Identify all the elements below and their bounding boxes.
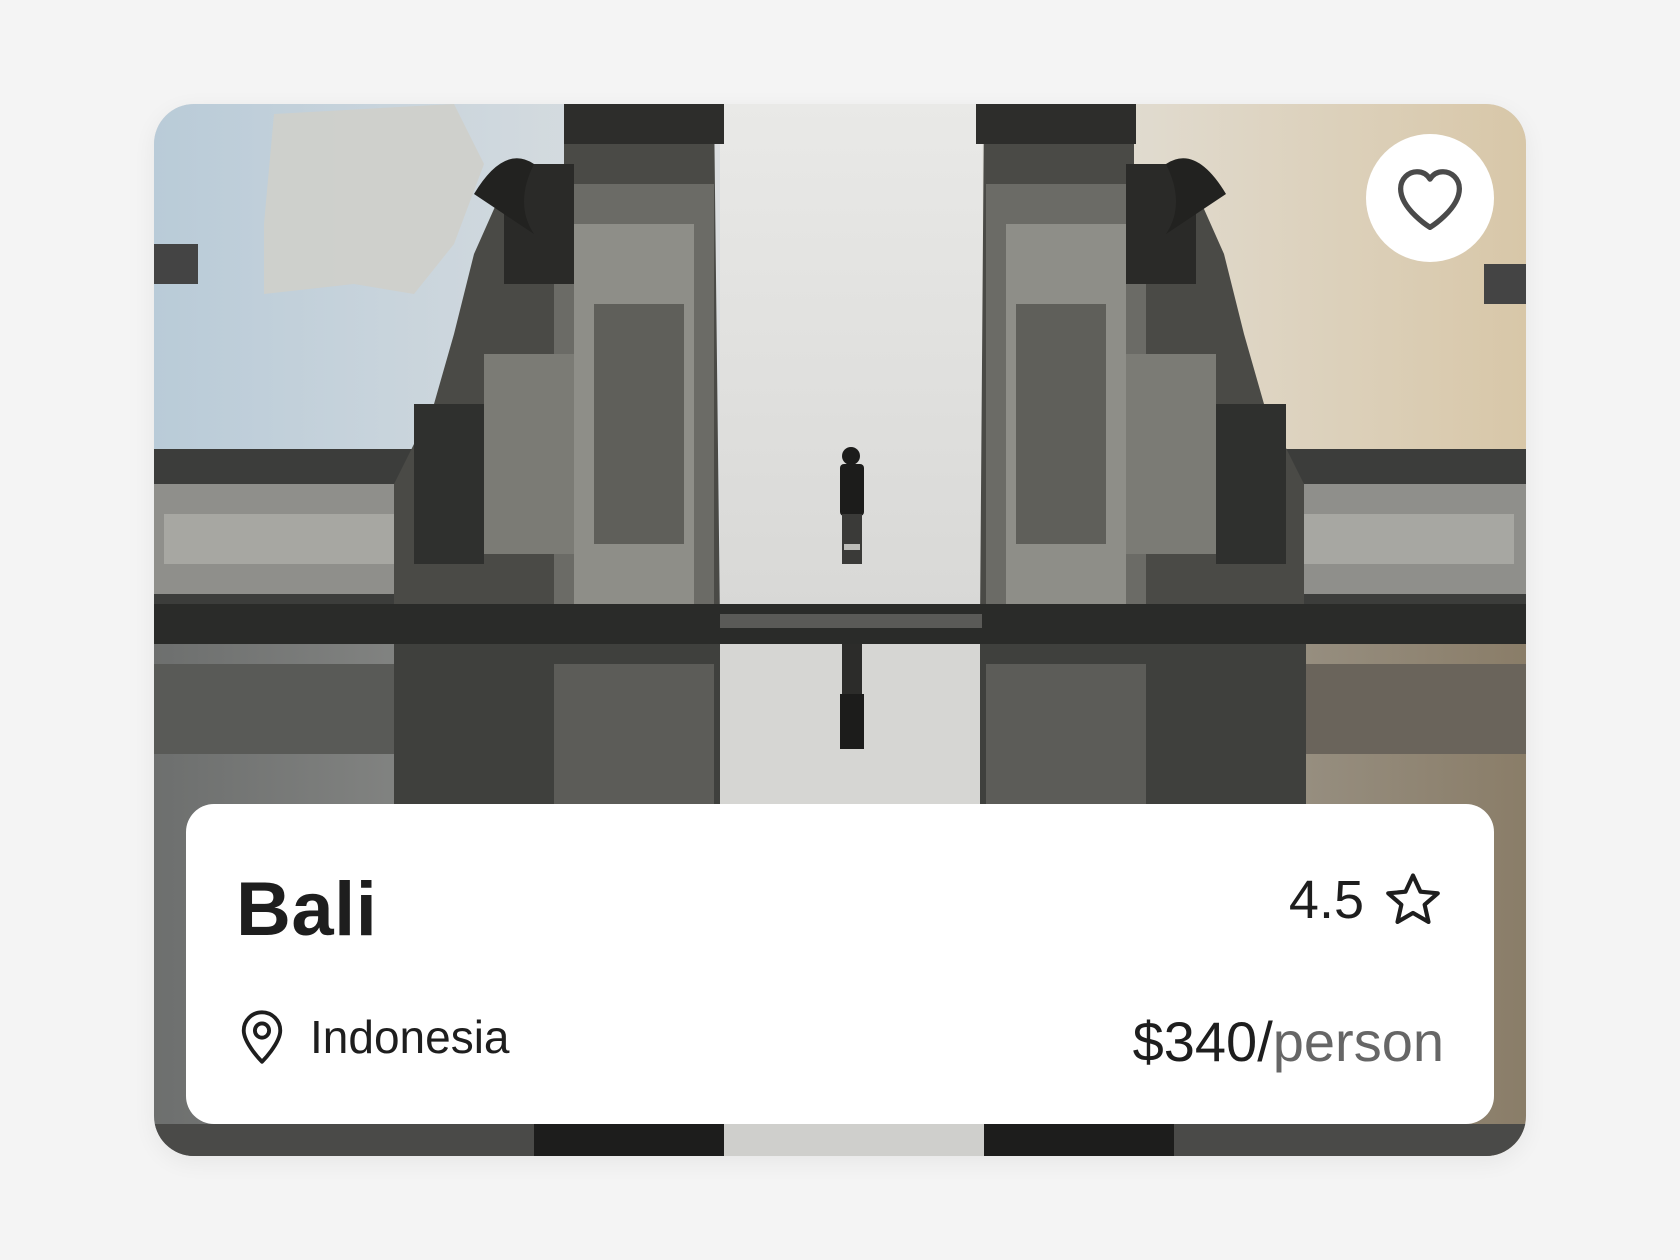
price: $340/person xyxy=(1133,1014,1444,1070)
star-icon xyxy=(1386,873,1440,925)
location: Indonesia xyxy=(236,1008,510,1066)
destination-info-panel: Bali 4.5 Indonesia $340/person xyxy=(186,804,1494,1124)
heart-icon xyxy=(1398,169,1462,230)
rating: 4.5 xyxy=(1289,870,1444,930)
destination-title: Bali xyxy=(236,867,378,952)
favorite-button[interactable] xyxy=(1366,134,1494,262)
map-pin-icon xyxy=(241,1010,283,1064)
location-label: Indonesia xyxy=(310,1011,510,1063)
rating-value: 4.5 xyxy=(1288,870,1364,930)
destination-card[interactable]: Bali 4.5 Indonesia $340/person xyxy=(154,104,1526,1156)
price-unit: person xyxy=(1272,1010,1444,1073)
price-amount: $340/ xyxy=(1132,1010,1273,1073)
